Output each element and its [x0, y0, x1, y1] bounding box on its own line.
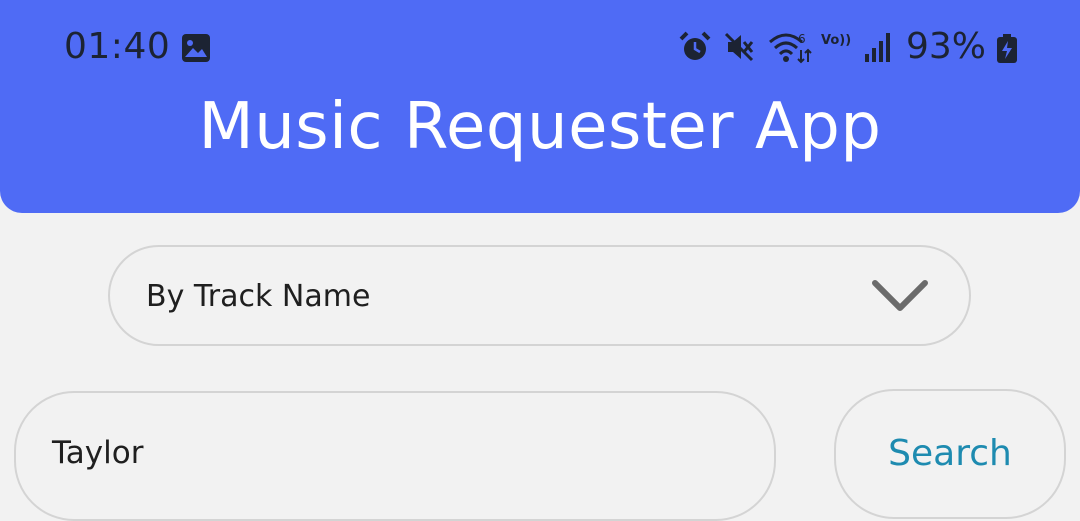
page-title: Music Requester App [198, 90, 882, 164]
status-bar: 01:40 6 Vo)) 93% [0, 24, 1080, 72]
chevron-down-icon [872, 280, 928, 311]
status-time: 01:40 [64, 26, 171, 67]
search-button-label: Search [888, 433, 1012, 474]
battery-charging-icon [997, 34, 1017, 63]
svg-text:Vo)) LTE: Vo)) LTE [821, 33, 854, 48]
search-input[interactable]: Taylor [14, 391, 776, 521]
search-input-value: Taylor [52, 435, 144, 471]
alarm-icon [679, 31, 711, 60]
signal-icon [865, 33, 890, 62]
search-type-dropdown[interactable]: By Track Name [108, 245, 971, 346]
svg-text:6: 6 [798, 32, 806, 46]
gallery-icon [182, 34, 210, 62]
mute-icon [724, 32, 754, 62]
dropdown-selected-value: By Track Name [146, 279, 371, 314]
wifi-icon: 6 [769, 32, 812, 64]
app-header: 01:40 6 Vo)) 93% Music Requester App [0, 0, 1080, 213]
battery-percent: 93% [906, 26, 987, 67]
search-button[interactable]: Search [834, 389, 1066, 519]
volte-icon: Vo)) LTE [821, 33, 854, 48]
